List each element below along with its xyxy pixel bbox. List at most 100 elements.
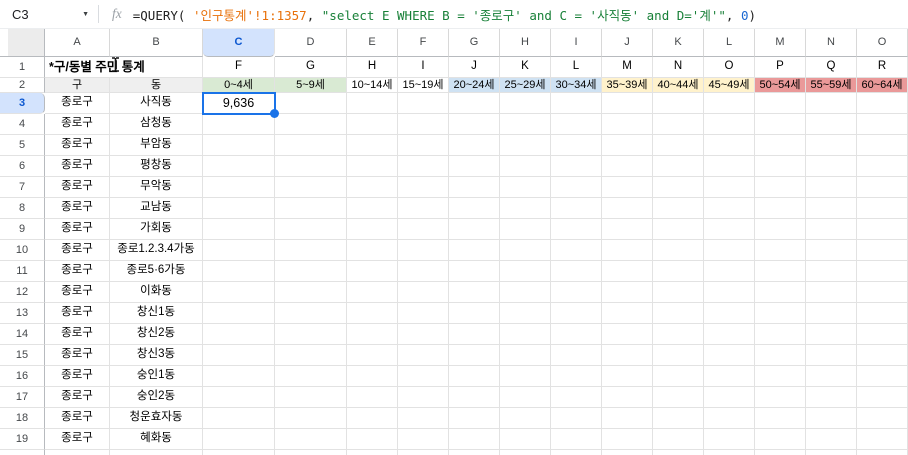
cell-K3[interactable] [653, 93, 704, 114]
cell-O5[interactable] [857, 135, 908, 156]
cell-N20[interactable] [806, 450, 857, 455]
cell-I7[interactable] [551, 177, 602, 198]
cell-L9[interactable] [704, 219, 755, 240]
cell-F2[interactable]: 15~19세 [398, 78, 449, 93]
cell-J12[interactable] [602, 282, 653, 303]
cell-N10[interactable] [806, 240, 857, 261]
cell-H2[interactable]: 25~29세 [500, 78, 551, 93]
cell-E18[interactable] [347, 408, 398, 429]
cell-C3[interactable]: 9,636 [203, 93, 275, 114]
cell-C14[interactable] [203, 324, 275, 345]
row-header-11[interactable]: 11 [0, 261, 45, 282]
cell-A4[interactable]: 종로구 [45, 114, 110, 135]
cell-L3[interactable] [704, 93, 755, 114]
cell-E1[interactable]: H [347, 57, 398, 78]
cell-O15[interactable] [857, 345, 908, 366]
cell-K10[interactable] [653, 240, 704, 261]
cell-M2[interactable]: 50~54세 [755, 78, 806, 93]
cell-G14[interactable] [449, 324, 500, 345]
cell-N14[interactable] [806, 324, 857, 345]
cell-M16[interactable] [755, 366, 806, 387]
cell-I8[interactable] [551, 198, 602, 219]
cell-N1[interactable]: Q [806, 57, 857, 78]
row-header-8[interactable]: 8 [0, 198, 45, 219]
row-header-16[interactable]: 16 [0, 366, 45, 387]
cell-I4[interactable] [551, 114, 602, 135]
cell-J14[interactable] [602, 324, 653, 345]
cell-D20[interactable] [275, 450, 347, 455]
cell-F11[interactable] [398, 261, 449, 282]
cell-C9[interactable] [203, 219, 275, 240]
cell-H19[interactable] [500, 429, 551, 450]
cell-C19[interactable] [203, 429, 275, 450]
cell-M14[interactable] [755, 324, 806, 345]
cell-A13[interactable]: 종로구 [45, 303, 110, 324]
cell-F17[interactable] [398, 387, 449, 408]
cell-C4[interactable] [203, 114, 275, 135]
col-header-K[interactable]: K [653, 29, 704, 57]
cell-D3[interactable] [275, 93, 347, 114]
cell-H10[interactable] [500, 240, 551, 261]
cell-F4[interactable] [398, 114, 449, 135]
cell-O14[interactable] [857, 324, 908, 345]
cell-E6[interactable] [347, 156, 398, 177]
cell-D18[interactable] [275, 408, 347, 429]
cell-H9[interactable] [500, 219, 551, 240]
cell-N17[interactable] [806, 387, 857, 408]
cell-F10[interactable] [398, 240, 449, 261]
cell-A11[interactable]: 종로구 [45, 261, 110, 282]
cell-M9[interactable] [755, 219, 806, 240]
cell-I15[interactable] [551, 345, 602, 366]
cell-C20[interactable] [203, 450, 275, 455]
cell-E12[interactable] [347, 282, 398, 303]
cell-L14[interactable] [704, 324, 755, 345]
cell-A10[interactable]: 종로구 [45, 240, 110, 261]
cell-O16[interactable] [857, 366, 908, 387]
row-header-20[interactable] [0, 450, 45, 455]
cell-L5[interactable] [704, 135, 755, 156]
cell-C6[interactable] [203, 156, 275, 177]
cell-N18[interactable] [806, 408, 857, 429]
cell-H12[interactable] [500, 282, 551, 303]
cell-O17[interactable] [857, 387, 908, 408]
cell-L4[interactable] [704, 114, 755, 135]
cell-G12[interactable] [449, 282, 500, 303]
cell-L19[interactable] [704, 429, 755, 450]
cell-B16[interactable]: 숭인1동 [110, 366, 203, 387]
cell-A15[interactable]: 종로구 [45, 345, 110, 366]
cell-K9[interactable] [653, 219, 704, 240]
cell-J3[interactable] [602, 93, 653, 114]
cell-M19[interactable] [755, 429, 806, 450]
col-header-F[interactable]: F [398, 29, 449, 57]
select-all-corner[interactable] [0, 29, 45, 57]
col-header-A[interactable]: A [45, 29, 110, 57]
cell-N12[interactable] [806, 282, 857, 303]
cell-E5[interactable] [347, 135, 398, 156]
cell-D4[interactable] [275, 114, 347, 135]
cell-K14[interactable] [653, 324, 704, 345]
cell-N6[interactable] [806, 156, 857, 177]
col-header-N[interactable]: N [806, 29, 857, 57]
cell-A6[interactable]: 종로구 [45, 156, 110, 177]
cell-M18[interactable] [755, 408, 806, 429]
cell-E2[interactable]: 10~14세 [347, 78, 398, 93]
cell-F16[interactable] [398, 366, 449, 387]
cell-E16[interactable] [347, 366, 398, 387]
cell-A20[interactable] [45, 450, 110, 455]
col-header-I[interactable]: I [551, 29, 602, 57]
cell-F18[interactable] [398, 408, 449, 429]
cell-F6[interactable] [398, 156, 449, 177]
cell-K1[interactable]: N [653, 57, 704, 78]
col-header-H[interactable]: H [500, 29, 551, 57]
row-header-6[interactable]: 6 [0, 156, 45, 177]
cell-G16[interactable] [449, 366, 500, 387]
cell-N2[interactable]: 55~59세 [806, 78, 857, 93]
cell-I10[interactable] [551, 240, 602, 261]
cell-K15[interactable] [653, 345, 704, 366]
cell-K5[interactable] [653, 135, 704, 156]
cell-O2[interactable]: 60~64세 [857, 78, 908, 93]
cell-J5[interactable] [602, 135, 653, 156]
cell-A7[interactable]: 종로구 [45, 177, 110, 198]
cell-J1[interactable]: M [602, 57, 653, 78]
col-header-B[interactable]: B [110, 29, 203, 57]
